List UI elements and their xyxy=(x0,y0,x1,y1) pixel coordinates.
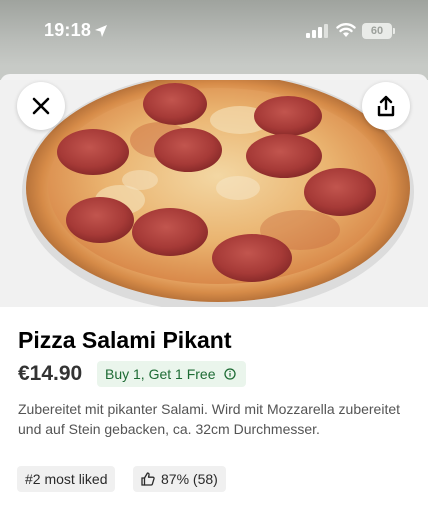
close-button[interactable] xyxy=(17,82,65,130)
product-price: €14.90 xyxy=(18,362,83,385)
status-bar: 19:18 60 xyxy=(0,0,428,66)
product-title: Pizza Salami Pikant xyxy=(18,327,232,353)
share-icon xyxy=(377,95,395,117)
battery-nub xyxy=(393,28,395,34)
rating-label: 87% (58) xyxy=(161,471,218,487)
close-icon xyxy=(32,97,50,115)
info-icon xyxy=(223,368,236,380)
popularity-label: #2 most liked xyxy=(25,471,108,487)
promo-badge[interactable]: Buy 1, Get 1 Free xyxy=(97,361,246,387)
location-arrow-icon xyxy=(95,25,107,37)
signal-icon xyxy=(306,24,328,38)
promo-label: Buy 1, Get 1 Free xyxy=(105,366,216,382)
share-button[interactable] xyxy=(362,82,410,130)
popularity-badge: #2 most liked xyxy=(17,466,116,492)
wifi-icon xyxy=(336,23,356,37)
status-time: 19:18 xyxy=(44,20,92,40)
battery-indicator: 60 xyxy=(362,23,392,39)
rating-badge: 87% (58) xyxy=(133,466,226,492)
thumbs-up-icon xyxy=(141,472,155,486)
product-description: Zubereitet mit pikanter Salami. Wird mit… xyxy=(18,401,401,437)
